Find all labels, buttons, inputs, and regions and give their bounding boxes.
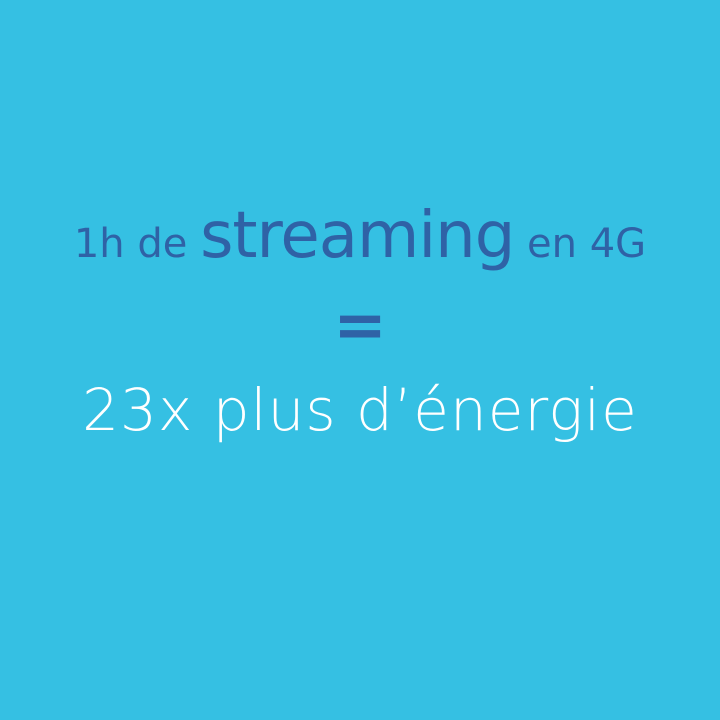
headline-suffix: en 4G [514, 221, 647, 267]
result-text: 23x plus d’énergie [82, 376, 638, 444]
headline-prefix: 1h de [73, 221, 201, 267]
headline: 1h de streaming en 4G [0, 186, 720, 286]
slide: { "headline": { "prefix": "1h de ", "emp… [0, 0, 720, 720]
headline-emphasis: streaming [200, 199, 515, 273]
equals-sign: = [333, 289, 387, 363]
